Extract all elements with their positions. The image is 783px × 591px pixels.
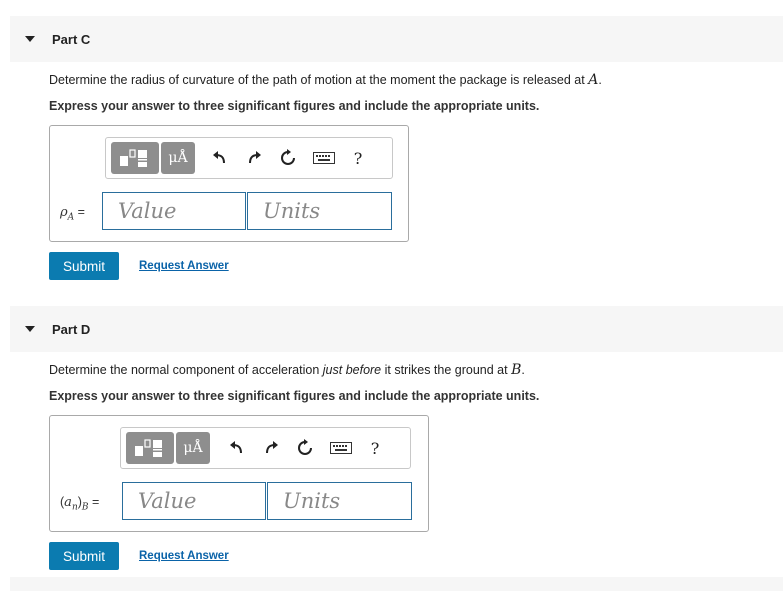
undo-icon[interactable] <box>222 432 252 464</box>
part-d-math-toolbar: μÅ ? <box>120 427 411 469</box>
part-c-title: Part C <box>52 31 91 47</box>
redo-icon[interactable] <box>256 432 286 464</box>
reset-icon[interactable] <box>273 142 303 174</box>
part-c-instruction: Express your answer to three significant… <box>49 99 540 113</box>
part-d-question: Determine the normal component of accele… <box>49 362 525 378</box>
redo-icon[interactable] <box>239 142 269 174</box>
part-c-question: Determine the radius of curvature of the… <box>49 72 602 88</box>
undo-icon[interactable] <box>205 142 235 174</box>
caret-down-icon[interactable] <box>25 326 35 332</box>
value-input[interactable]: Value <box>122 482 266 520</box>
part-d-input-label: (an)B = <box>60 495 100 513</box>
units-input[interactable]: Units <box>267 482 412 520</box>
help-button[interactable]: ? <box>360 432 390 464</box>
part-c-input-label: ρA = <box>60 205 85 223</box>
keyboard-icon[interactable] <box>309 142 339 174</box>
part-d-answer-box: μÅ ? (an)B = Value Units <box>49 415 429 532</box>
submit-button[interactable]: Submit <box>49 542 119 570</box>
units-button[interactable]: μÅ <box>176 432 210 464</box>
part-d-header[interactable]: Part D <box>10 306 783 352</box>
caret-down-icon[interactable] <box>25 36 35 42</box>
help-button[interactable]: ? <box>343 142 373 174</box>
part-c-math-toolbar: μÅ ? <box>105 137 393 179</box>
keyboard-icon[interactable] <box>326 432 356 464</box>
request-answer-link[interactable]: Request Answer <box>139 260 229 272</box>
template-icon[interactable] <box>111 142 159 174</box>
units-input[interactable]: Units <box>247 192 392 230</box>
reset-icon[interactable] <box>290 432 320 464</box>
value-input[interactable]: Value <box>102 192 246 230</box>
part-c-answer-box: μÅ ? ρA = Value Units <box>49 125 409 242</box>
template-icon[interactable] <box>126 432 174 464</box>
part-d-instruction: Express your answer to three significant… <box>49 389 540 403</box>
request-answer-link[interactable]: Request Answer <box>139 550 229 562</box>
units-button[interactable]: μÅ <box>161 142 195 174</box>
part-d-title: Part D <box>52 321 91 337</box>
part-c-header[interactable]: Part C <box>10 16 783 62</box>
submit-button[interactable]: Submit <box>49 252 119 280</box>
next-part-header <box>10 577 783 591</box>
